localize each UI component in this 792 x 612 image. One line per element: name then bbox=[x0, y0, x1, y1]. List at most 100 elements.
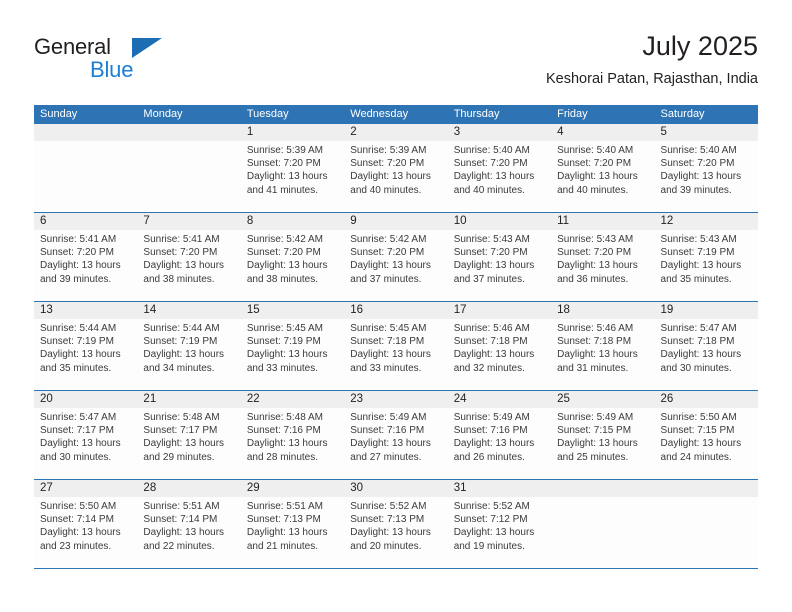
daylight-text-line1: Daylight: 13 hours bbox=[40, 349, 121, 361]
calendar-day-cell[interactable]: 10 Sunrise: 5:43 AM Sunset: 7:20 PM Dayligh… bbox=[447, 213, 552, 301]
sunrise-text: Sunrise: 5:47 AM bbox=[660, 323, 737, 334]
calendar-day-cell[interactable]: 6 Sunrise: 5:41 AM Sunset: 7:20 PM Daylight… bbox=[34, 213, 138, 301]
day-sun-info: Sunrise: 5:45 AM Sunset: 7:18 PM Daylight:… bbox=[344, 319, 447, 375]
sunrise-text: Sunrise: 5:40 AM bbox=[557, 145, 634, 156]
day-number: 7 bbox=[137, 213, 241, 230]
day-sun-info bbox=[34, 141, 137, 144]
day-sun-info: Sunrise: 5:46 AM Sunset: 7:18 PM Daylight:… bbox=[551, 319, 654, 375]
day-sun-info: Sunrise: 5:44 AM Sunset: 7:19 PM Daylight:… bbox=[34, 319, 137, 375]
general-blue-logo[interactable]: General Blue bbox=[34, 34, 164, 88]
calendar-day-cell[interactable]: 12 Sunrise: 5:43 AM Sunset: 7:19 PM Dayligh… bbox=[654, 213, 758, 301]
calendar-day-cell-empty bbox=[551, 480, 655, 568]
calendar-day-cell[interactable]: 20 Sunrise: 5:47 AM Sunset: 7:17 PM Dayligh… bbox=[34, 391, 138, 479]
day-number: 22 bbox=[240, 391, 345, 408]
calendar-day-cell[interactable]: 24 Sunrise: 5:49 AM Sunset: 7:16 PM Dayligh… bbox=[447, 391, 552, 479]
day-sun-info: Sunrise: 5:52 AM Sunset: 7:12 PM Daylight:… bbox=[448, 497, 551, 553]
day-number: 11 bbox=[551, 213, 655, 230]
calendar-day-cell[interactable]: 1 Sunrise: 5:39 AM Sunset: 7:20 PM Daylight… bbox=[240, 124, 345, 212]
day-number: 5 bbox=[654, 124, 758, 141]
calendar-day-cell[interactable]: 7 Sunrise: 5:41 AM Sunset: 7:20 PM Daylight… bbox=[137, 213, 241, 301]
sunset-text: Sunset: 7:15 PM bbox=[557, 425, 632, 437]
day-number: 29 bbox=[240, 480, 345, 497]
calendar-day-cell[interactable]: 27 Sunrise: 5:50 AM Sunset: 7:14 PM Dayligh… bbox=[34, 480, 138, 568]
daylight-text-line2: and 29 minutes. bbox=[143, 451, 215, 463]
calendar-day-cell[interactable]: 3 Sunrise: 5:40 AM Sunset: 7:20 PM Daylight… bbox=[447, 124, 552, 212]
daylight-text-line2: and 33 minutes. bbox=[246, 362, 319, 374]
day-sun-info: Sunrise: 5:43 AM Sunset: 7:20 PM Daylight:… bbox=[448, 230, 551, 286]
daylight-text-line1: Daylight: 13 hours bbox=[557, 260, 638, 272]
day-sun-info: Sunrise: 5:48 AM Sunset: 7:16 PM Daylight:… bbox=[241, 408, 344, 464]
sunrise-text: Sunrise: 5:49 AM bbox=[350, 412, 427, 423]
day-sun-info: Sunrise: 5:48 AM Sunset: 7:17 PM Daylight:… bbox=[137, 408, 240, 464]
sunset-text: Sunset: 7:20 PM bbox=[557, 247, 632, 259]
calendar-page: General Blue July 2025 Keshorai Patan, R… bbox=[0, 0, 792, 612]
sunset-text: Sunset: 7:19 PM bbox=[660, 247, 735, 259]
calendar-day-cell[interactable]: 23 Sunrise: 5:49 AM Sunset: 7:16 PM Dayligh… bbox=[344, 391, 448, 479]
day-number: 14 bbox=[137, 302, 241, 319]
daylight-text-line1: Daylight: 13 hours bbox=[350, 171, 431, 183]
daylight-text-line1: Daylight: 13 hours bbox=[453, 171, 535, 183]
daylight-text-line2: and 40 minutes. bbox=[557, 184, 629, 196]
calendar-day-cell[interactable]: 15 Sunrise: 5:45 AM Sunset: 7:19 PM Dayligh… bbox=[240, 302, 345, 390]
day-number: 17 bbox=[447, 302, 552, 319]
calendar-day-cell[interactable]: 22 Sunrise: 5:48 AM Sunset: 7:16 PM Dayligh… bbox=[240, 391, 345, 479]
calendar-day-cell[interactable]: 18 Sunrise: 5:46 AM Sunset: 7:18 PM Dayligh… bbox=[551, 302, 655, 390]
sunrise-text: Sunrise: 5:39 AM bbox=[350, 145, 427, 156]
day-sun-info: Sunrise: 5:42 AM Sunset: 7:20 PM Daylight:… bbox=[241, 230, 344, 286]
daylight-text-line1: Daylight: 13 hours bbox=[557, 349, 638, 361]
calendar-day-cell[interactable]: 5 Sunrise: 5:40 AM Sunset: 7:20 PM Daylight… bbox=[654, 124, 758, 212]
calendar-day-cell[interactable]: 11 Sunrise: 5:43 AM Sunset: 7:20 PM Dayligh… bbox=[551, 213, 655, 301]
calendar-day-cell[interactable]: 14 Sunrise: 5:44 AM Sunset: 7:19 PM Dayligh… bbox=[137, 302, 241, 390]
sunrise-text: Sunrise: 5:42 AM bbox=[246, 234, 323, 245]
day-number: 3 bbox=[447, 124, 552, 141]
sunset-text: Sunset: 7:19 PM bbox=[40, 336, 114, 348]
day-number: 26 bbox=[654, 391, 758, 408]
daylight-text-line1: Daylight: 13 hours bbox=[350, 527, 431, 539]
sunrise-text: Sunrise: 5:43 AM bbox=[557, 234, 634, 245]
daylight-text-line2: and 40 minutes. bbox=[350, 184, 422, 196]
sunset-text: Sunset: 7:13 PM bbox=[350, 514, 425, 526]
weekday-header-tuesday: Tuesday bbox=[246, 108, 289, 120]
day-sun-info: Sunrise: 5:42 AM Sunset: 7:20 PM Daylight:… bbox=[344, 230, 447, 286]
daylight-text-line1: Daylight: 13 hours bbox=[660, 349, 742, 361]
calendar-week-row: 13 Sunrise: 5:44 AM Sunset: 7:19 PM Dayligh… bbox=[34, 302, 758, 391]
calendar-day-cell[interactable]: 30 Sunrise: 5:52 AM Sunset: 7:13 PM Dayligh… bbox=[344, 480, 448, 568]
calendar-day-cell[interactable]: 21 Sunrise: 5:48 AM Sunset: 7:17 PM Dayligh… bbox=[137, 391, 241, 479]
day-sun-info: Sunrise: 5:49 AM Sunset: 7:15 PM Daylight:… bbox=[551, 408, 654, 464]
calendar-day-cell[interactable]: 26 Sunrise: 5:50 AM Sunset: 7:15 PM Dayligh… bbox=[654, 391, 758, 479]
sunrise-text: Sunrise: 5:43 AM bbox=[453, 234, 530, 245]
daylight-text-line2: and 35 minutes. bbox=[40, 362, 112, 374]
calendar-day-cell[interactable]: 19 Sunrise: 5:47 AM Sunset: 7:18 PM Dayligh… bbox=[654, 302, 758, 390]
calendar-day-cell[interactable]: 28 Sunrise: 5:51 AM Sunset: 7:14 PM Dayligh… bbox=[137, 480, 241, 568]
page-title: July 2025 bbox=[642, 31, 758, 61]
sunrise-text: Sunrise: 5:49 AM bbox=[453, 412, 530, 423]
sunrise-text: Sunrise: 5:44 AM bbox=[143, 323, 220, 334]
calendar-day-cell-empty bbox=[654, 480, 758, 568]
daylight-text-line1: Daylight: 13 hours bbox=[350, 438, 431, 450]
daylight-text-line1: Daylight: 13 hours bbox=[40, 527, 121, 539]
daylight-text-line1: Daylight: 13 hours bbox=[143, 438, 225, 450]
weekday-header-saturday: Saturday bbox=[660, 108, 705, 120]
day-number: 31 bbox=[447, 480, 552, 497]
daylight-text-line2: and 26 minutes. bbox=[453, 451, 525, 463]
calendar-day-cell[interactable]: 29 Sunrise: 5:51 AM Sunset: 7:13 PM Dayligh… bbox=[240, 480, 345, 568]
day-number: 9 bbox=[344, 213, 448, 230]
day-sun-info: Sunrise: 5:43 AM Sunset: 7:19 PM Daylight:… bbox=[655, 230, 758, 286]
daylight-text-line2: and 27 minutes. bbox=[350, 451, 422, 463]
calendar-day-cell[interactable]: 31 Sunrise: 5:52 AM Sunset: 7:12 PM Dayligh… bbox=[447, 480, 552, 568]
daylight-text-line2: and 37 minutes. bbox=[453, 273, 525, 285]
day-sun-info: Sunrise: 5:45 AM Sunset: 7:19 PM Daylight:… bbox=[241, 319, 344, 375]
calendar-day-cell[interactable]: 25 Sunrise: 5:49 AM Sunset: 7:15 PM Dayligh… bbox=[551, 391, 655, 479]
calendar-day-cell[interactable]: 4 Sunrise: 5:40 AM Sunset: 7:20 PM Daylight… bbox=[551, 124, 655, 212]
calendar-day-cell[interactable]: 16 Sunrise: 5:45 AM Sunset: 7:18 PM Dayligh… bbox=[344, 302, 448, 390]
calendar-weeks: 1 Sunrise: 5:39 AM Sunset: 7:20 PM Daylight… bbox=[34, 124, 758, 569]
daylight-text-line1: Daylight: 13 hours bbox=[660, 260, 742, 272]
calendar-day-cell[interactable]: 2 Sunrise: 5:39 AM Sunset: 7:20 PM Daylight… bbox=[344, 124, 448, 212]
daylight-text-line2: and 25 minutes. bbox=[557, 451, 629, 463]
calendar-day-cell[interactable]: 9 Sunrise: 5:42 AM Sunset: 7:20 PM Daylight… bbox=[344, 213, 448, 301]
daylight-text-line1: Daylight: 13 hours bbox=[40, 260, 121, 272]
calendar-day-cell[interactable]: 13 Sunrise: 5:44 AM Sunset: 7:19 PM Dayligh… bbox=[34, 302, 138, 390]
sunset-text: Sunset: 7:20 PM bbox=[350, 158, 425, 170]
calendar-day-cell[interactable]: 17 Sunrise: 5:46 AM Sunset: 7:18 PM Dayligh… bbox=[447, 302, 552, 390]
calendar-day-cell[interactable]: 8 Sunrise: 5:42 AM Sunset: 7:20 PM Daylight… bbox=[240, 213, 345, 301]
